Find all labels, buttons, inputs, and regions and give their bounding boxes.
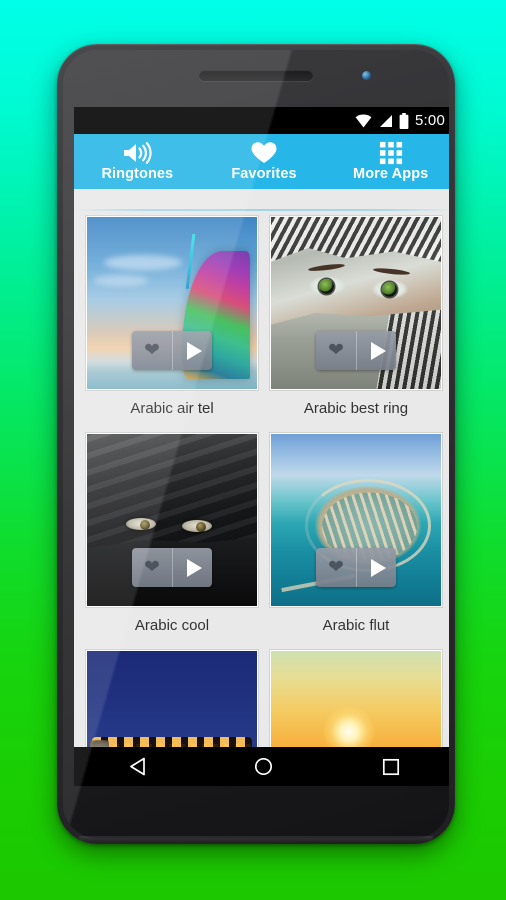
list-item[interactable]: [264, 645, 448, 747]
item-controls: ❤: [316, 331, 396, 370]
item-controls: ❤: [132, 331, 212, 370]
favorite-button[interactable]: ❤: [316, 548, 356, 587]
heart-icon: [250, 141, 278, 165]
recents-button[interactable]: [359, 747, 423, 786]
tab-ringtones[interactable]: Ringtones: [74, 134, 201, 189]
play-icon: [186, 558, 202, 577]
play-icon: [370, 341, 386, 360]
thumbnail-image: [87, 651, 257, 747]
favorite-button[interactable]: ❤: [132, 331, 172, 370]
tab-more-apps[interactable]: More Apps: [327, 134, 449, 189]
wifi-icon: [355, 114, 372, 127]
status-bar: 5:00: [74, 107, 449, 134]
favorite-button[interactable]: ❤: [316, 331, 356, 370]
tab-indicator-line: [74, 209, 449, 211]
tab-favorites-label: Favorites: [231, 166, 297, 182]
play-icon: [186, 341, 202, 360]
earpiece-speaker-icon: [199, 70, 313, 81]
thumbnail-frame[interactable]: ❤: [85, 432, 259, 608]
heart-icon: ❤: [328, 340, 344, 361]
heart-icon: ❤: [144, 340, 160, 361]
grid-row: [74, 645, 449, 747]
thumbnail-frame[interactable]: [269, 649, 443, 747]
navigation-bar: [74, 747, 449, 786]
list-item[interactable]: ❤ Arabic flut: [264, 428, 448, 645]
play-button[interactable]: [356, 331, 396, 370]
home-button[interactable]: [232, 747, 296, 786]
item-label: Arabic flut: [322, 617, 390, 634]
status-bar-clock: 5:00: [415, 112, 445, 129]
front-camera-icon: [362, 71, 371, 80]
list-item[interactable]: ❤ Arabic cool: [80, 428, 264, 645]
circle-home-icon: [255, 757, 273, 776]
wallpaper-background: 5:00 Ringtones Favorites More Apps ❤ Ara…: [0, 0, 506, 900]
signal-icon: [380, 114, 392, 127]
item-label: Arabic best ring: [303, 400, 409, 417]
thumbnail-frame[interactable]: ❤: [269, 432, 443, 608]
triangle-back-icon: [129, 757, 145, 776]
list-item[interactable]: ❤ Arabic air tel: [80, 211, 264, 428]
thumbnail-frame[interactable]: ❤: [85, 215, 259, 391]
list-item[interactable]: ❤ Arabic best ring: [264, 211, 448, 428]
tab-more-apps-label: More Apps: [353, 166, 429, 182]
action-bar: Ringtones Favorites More Apps: [74, 134, 449, 189]
speaker-icon: [122, 141, 152, 165]
phone-screen: 5:00 Ringtones Favorites More Apps ❤ Ara…: [74, 107, 449, 786]
grid-apps-icon: [378, 141, 404, 165]
tab-favorites[interactable]: Favorites: [201, 134, 328, 189]
thumbnail-image: [271, 651, 441, 747]
favorite-button[interactable]: ❤: [132, 548, 172, 587]
thumbnail-frame[interactable]: ❤: [269, 215, 443, 391]
tab-ringtones-label: Ringtones: [101, 166, 174, 182]
item-controls: ❤: [316, 548, 396, 587]
play-button[interactable]: [356, 548, 396, 587]
item-label: Arabic air tel: [130, 400, 214, 417]
list-item[interactable]: [80, 645, 264, 747]
play-icon: [370, 558, 386, 577]
back-button[interactable]: [105, 747, 169, 786]
thumbnail-frame[interactable]: [85, 649, 259, 747]
ringtone-grid[interactable]: ❤ Arabic air tel ❤ Arabic best ring ❤ Ar…: [74, 189, 449, 747]
grid-row: ❤ Arabic air tel ❤ Arabic best ring: [74, 211, 449, 428]
heart-icon: ❤: [328, 557, 344, 578]
play-button[interactable]: [172, 331, 212, 370]
phone-glass-face: 5:00 Ringtones Favorites More Apps ❤ Ara…: [63, 50, 449, 838]
heart-icon: ❤: [144, 557, 160, 578]
square-recents-icon: [382, 758, 399, 775]
play-button[interactable]: [172, 548, 212, 587]
item-label: Arabic cool: [134, 617, 210, 634]
grid-row: ❤ Arabic cool ❤ Arabic flut: [74, 428, 449, 645]
battery-icon: [399, 112, 409, 129]
item-controls: ❤: [132, 548, 212, 587]
phone-device-frame: 5:00 Ringtones Favorites More Apps ❤ Ara…: [57, 44, 455, 844]
